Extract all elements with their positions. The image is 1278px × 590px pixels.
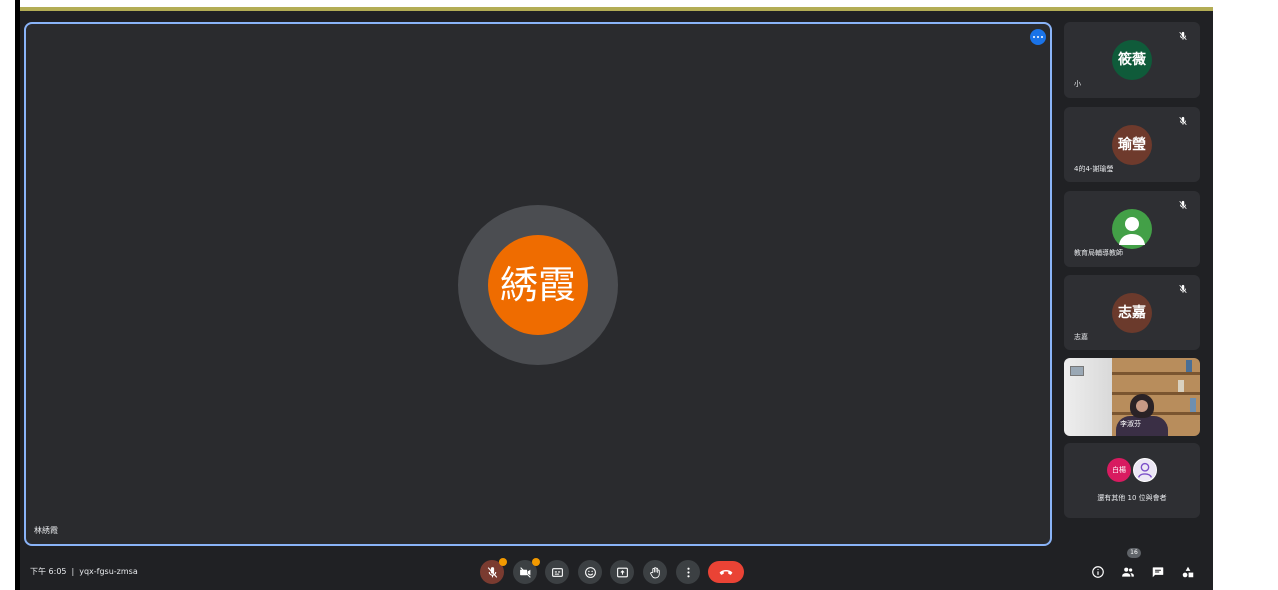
end-call-icon [719,570,733,575]
mic-alert-badge [499,558,507,566]
person-face [1136,400,1148,412]
meeting-separator: | [71,567,75,576]
chat-icon [1152,567,1164,578]
people-count-badge: 16 [1127,548,1141,558]
mic-toggle-button[interactable] [480,558,507,584]
shelf-book [1190,398,1196,412]
participant-video-tile[interactable]: 李淑芬 [1064,358,1200,436]
participant-name: 教育局輔導教師 [1074,249,1123,257]
other-participant-avatar: 白楊 [1107,458,1131,482]
meeting-details: 下午 6:05 | yqx-fgsu-zmsa [30,567,143,577]
other-participant-avatar-image [1133,458,1157,482]
speaker-avatar: 綉霞 [488,235,588,335]
raise-hand-icon [649,566,660,578]
present-icon [616,567,628,577]
video-wall-picture [1070,366,1084,376]
window-accent-bar [20,7,1213,11]
captions-icon [551,567,563,577]
meeting-info-button[interactable] [1088,562,1108,582]
camera-off-icon [519,566,531,578]
shelf [1112,392,1200,395]
participant-tile[interactable]: 教育局輔導教師 [1064,191,1200,267]
camera-alert-badge [532,558,540,566]
mic-off-icon [1179,200,1187,210]
participant-avatar: 志嘉 [1112,293,1152,333]
end-call-button[interactable] [708,561,744,583]
participant-name: 4的4-謝瑜瑩 [1074,165,1114,173]
speaker-name: 林綉霞 [34,526,58,535]
participant-tile[interactable]: 志嘉 志嘉 [1064,275,1200,350]
shelf-book [1178,380,1184,392]
more-options-icon [686,567,690,577]
shelf [1112,412,1200,415]
mic-off-icon [1179,31,1187,41]
shelf-book [1186,360,1192,372]
mic-off-icon [1179,116,1187,126]
activities-button[interactable] [1178,562,1198,582]
other-participants-label: 還有其他 10 位與會者 [1097,494,1167,502]
participant-name: 志嘉 [1074,333,1088,341]
shelf [1112,372,1200,375]
default-person-icon [1112,209,1152,249]
bottom-toolbar: 下午 6:05 | yqx-fgsu-zmsa 16 [20,547,1213,590]
raise-hand-button[interactable] [643,560,667,584]
meeting-code[interactable]: yqx-fgsu-zmsa [79,567,138,576]
participant-name: 李淑芬 [1120,420,1141,428]
info-icon [1092,566,1104,578]
speaker-avatar-ring: 綉霞 [458,205,618,365]
people-button[interactable] [1118,562,1138,582]
present-button[interactable] [610,560,634,584]
meeting-window: 綉霞 林綉霞 筱薇 小 瑜瑩 4的4-謝瑜瑩 教育局輔導教師 志嘉 志嘉 李淑芬… [20,7,1213,590]
activities-icon [1182,566,1194,578]
participant-avatar: 瑜瑩 [1112,125,1152,165]
participant-avatar: 筱薇 [1112,40,1152,80]
emoji-button[interactable] [578,560,602,584]
mic-off-icon [487,566,497,578]
emoji-icon [584,566,596,578]
participant-tile[interactable]: 筱薇 小 [1064,22,1200,98]
people-icon [1122,567,1134,577]
meeting-time: 下午 6:05 [30,567,67,576]
more-options-button[interactable] [676,560,700,584]
mic-off-icon [1179,284,1187,294]
participant-name: 小 [1074,80,1081,88]
chat-button[interactable] [1148,562,1168,582]
captions-button[interactable] [545,560,569,584]
participant-tile[interactable]: 瑜瑩 4的4-謝瑜瑩 [1064,107,1200,182]
audio-level-icon [1030,29,1046,45]
other-participants-tile[interactable]: 白楊 還有其他 10 位與會者 [1064,443,1200,518]
main-speaker-tile[interactable]: 綉霞 林綉霞 [24,22,1052,546]
camera-toggle-button[interactable] [513,558,540,584]
